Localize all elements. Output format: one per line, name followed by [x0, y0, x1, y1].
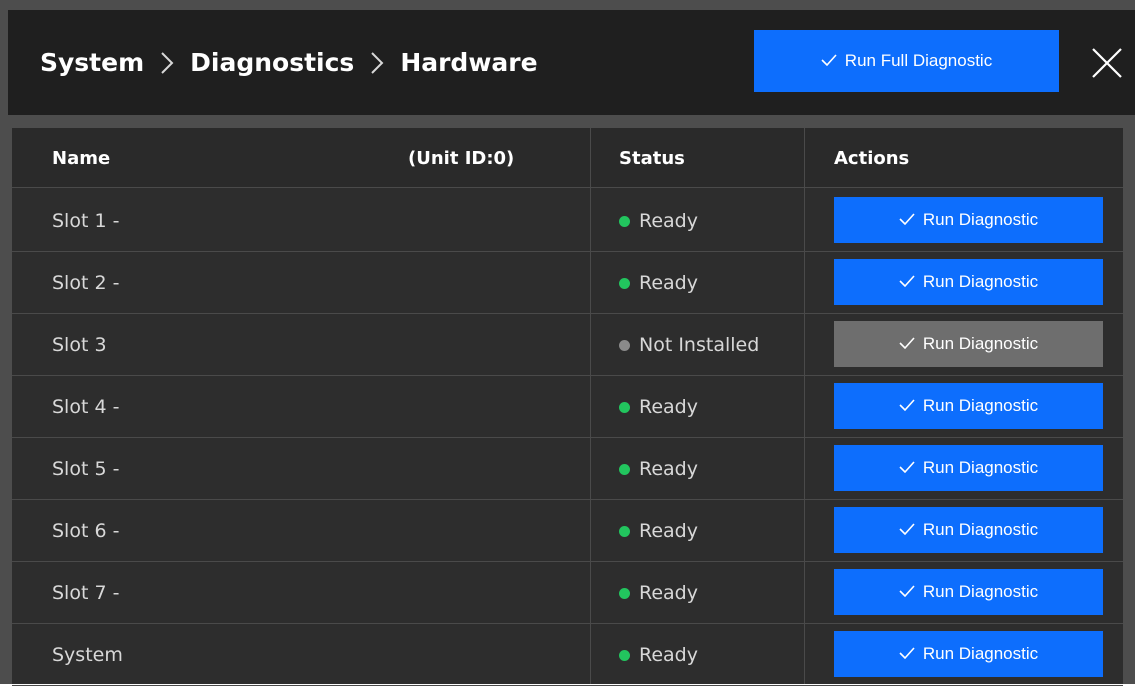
run-diagnostic-button[interactable]: Run Diagnostic: [834, 259, 1103, 305]
table-row: Slot 7 - Ready Run Diagnostic: [12, 562, 1123, 624]
check-icon: [821, 51, 837, 71]
status-cell: Ready: [619, 376, 698, 438]
breadcrumb-hardware: Hardware: [400, 48, 538, 77]
check-icon: [899, 582, 915, 602]
run-full-diagnostic-button[interactable]: Run Full Diagnostic: [754, 30, 1059, 92]
table-row: Slot 4 - Ready Run Diagnostic: [12, 376, 1123, 438]
check-icon: [899, 458, 915, 478]
column-divider: [590, 128, 591, 684]
hardware-table: Name (Unit ID:0) Status Actions Slot 1 -…: [12, 128, 1123, 686]
status-cell: Ready: [619, 190, 698, 252]
column-header-status: Status: [619, 147, 685, 169]
status-text: Ready: [639, 582, 698, 604]
run-diagnostic-button[interactable]: Run Diagnostic: [834, 569, 1103, 615]
status-ready-dot-icon: [619, 401, 630, 413]
slot-name: System: [52, 644, 123, 666]
breadcrumb-diagnostics[interactable]: Diagnostics: [190, 48, 354, 77]
chevron-right-icon: [160, 51, 174, 75]
check-icon: [899, 272, 915, 292]
run-diagnostic-button[interactable]: Run Diagnostic: [834, 383, 1103, 429]
slot-name: Slot 6 -: [52, 520, 120, 542]
status-text: Not Installed: [639, 334, 760, 356]
table-header-row: Name (Unit ID:0) Status Actions: [12, 128, 1123, 188]
run-diagnostic-label: Run Diagnostic: [922, 458, 1039, 477]
table-row: Slot 2 - Ready Run Diagnostic: [12, 252, 1123, 314]
slot-name: Slot 4 -: [52, 396, 120, 418]
column-divider: [804, 128, 805, 684]
table-row: Slot 6 - Ready Run Diagnostic: [12, 500, 1123, 562]
run-diagnostic-label: Run Diagnostic: [922, 520, 1039, 539]
status-text: Ready: [639, 272, 698, 294]
run-diagnostic-label: Run Diagnostic: [922, 334, 1039, 353]
status-text: Ready: [639, 520, 698, 542]
slot-name: Slot 3: [52, 334, 107, 356]
check-icon: [899, 520, 915, 540]
column-header-name: Name: [52, 147, 111, 169]
status-cell: Not Installed: [619, 314, 759, 376]
status-ready-dot-icon: [619, 525, 630, 537]
check-icon: [899, 396, 915, 416]
run-diagnostic-label: Run Diagnostic: [922, 644, 1039, 663]
slot-name: Slot 7 -: [52, 582, 120, 604]
run-diagnostic-label: Run Diagnostic: [922, 210, 1039, 229]
run-diagnostic-button[interactable]: Run Diagnostic: [834, 507, 1103, 553]
close-icon[interactable]: [1090, 46, 1124, 80]
status-text: Ready: [639, 644, 698, 666]
run-full-diagnostic-label: Run Full Diagnostic: [844, 51, 993, 70]
check-icon: [899, 210, 915, 230]
status-cell: Ready: [619, 438, 698, 500]
table-row: Slot 3 Not Installed Run Diagnostic: [12, 314, 1123, 376]
run-diagnostic-button[interactable]: Run Diagnostic: [834, 445, 1103, 491]
run-diagnostic-label: Run Diagnostic: [922, 272, 1039, 291]
status-ready-dot-icon: [619, 649, 630, 661]
unit-id-label: (Unit ID:0): [408, 147, 515, 169]
run-diagnostic-button[interactable]: Run Diagnostic: [834, 197, 1103, 243]
run-diagnostic-label: Run Diagnostic: [922, 582, 1039, 601]
run-diagnostic-label: Run Diagnostic: [922, 396, 1039, 415]
breadcrumb: System Diagnostics Hardware: [40, 10, 538, 115]
status-ready-dot-icon: [619, 215, 630, 227]
slot-name: Slot 1 -: [52, 210, 120, 232]
table-row: System Ready Run Diagnostic: [12, 624, 1123, 686]
status-text: Ready: [639, 210, 698, 232]
hardware-diagnostics-dialog: System Diagnostics Hardware Run Full Dia…: [0, 0, 1135, 686]
breadcrumb-system[interactable]: System: [40, 48, 144, 77]
table-row: Slot 1 - Ready Run Diagnostic: [12, 190, 1123, 252]
run-diagnostic-button: Run Diagnostic: [834, 321, 1103, 367]
slot-name: Slot 2 -: [52, 272, 120, 294]
check-icon: [899, 334, 915, 354]
status-cell: Ready: [619, 500, 698, 562]
status-ready-dot-icon: [619, 277, 630, 289]
status-cell: Ready: [619, 562, 698, 624]
table-row: Slot 5 - Ready Run Diagnostic: [12, 438, 1123, 500]
slot-name: Slot 5 -: [52, 458, 120, 480]
status-cell: Ready: [619, 624, 698, 686]
status-ready-dot-icon: [619, 463, 630, 475]
chevron-right-icon: [370, 51, 384, 75]
check-icon: [899, 644, 915, 664]
status-cell: Ready: [619, 252, 698, 314]
dialog-header: System Diagnostics Hardware Run Full Dia…: [8, 10, 1135, 115]
status-not-installed-dot-icon: [619, 339, 630, 351]
status-ready-dot-icon: [619, 587, 630, 599]
status-text: Ready: [639, 396, 698, 418]
column-header-actions: Actions: [834, 147, 910, 169]
run-diagnostic-button[interactable]: Run Diagnostic: [834, 631, 1103, 677]
status-text: Ready: [639, 458, 698, 480]
